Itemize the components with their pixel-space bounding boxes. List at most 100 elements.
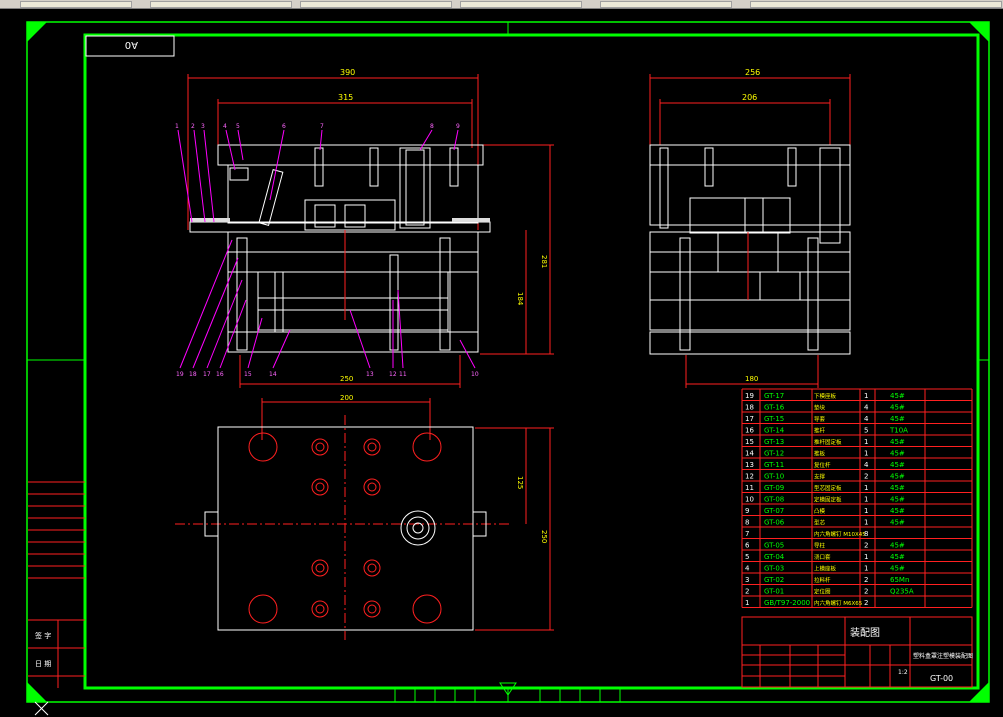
parts-no-cell: 7 bbox=[745, 530, 749, 538]
svg-text:14: 14 bbox=[269, 371, 277, 378]
dim-front-height: 281 bbox=[540, 255, 548, 268]
parts-code-cell: GT-12 bbox=[764, 450, 784, 458]
title-block-scale: 1:2 bbox=[898, 669, 908, 676]
table-row: 2 GT-01 定位圈 2 Q235A bbox=[745, 588, 914, 596]
parts-qty-cell: 2 bbox=[864, 599, 868, 607]
parts-material-cell: T10A bbox=[889, 427, 908, 435]
parts-qty-cell: 1 bbox=[864, 438, 868, 446]
parts-qty-cell: 1 bbox=[864, 519, 868, 527]
table-row: 9 GT-07 凸模 1 45# bbox=[745, 507, 905, 515]
parts-material-cell: 45# bbox=[890, 404, 905, 412]
parts-name-cell: 复位杆 bbox=[814, 461, 831, 469]
parts-name-cell: 拉料杆 bbox=[814, 576, 831, 584]
svg-text:13: 13 bbox=[366, 371, 374, 378]
parts-material-cell: 45# bbox=[890, 553, 905, 561]
dim-side-bottom: 180 bbox=[745, 375, 758, 383]
parts-material-cell: 45# bbox=[890, 565, 905, 573]
table-row: 7 内六角螺钉 M10X458 bbox=[745, 530, 868, 538]
title-block-subtitle: 塑料盒罩注塑模装配图 bbox=[913, 652, 973, 660]
parts-no-cell: 15 bbox=[745, 438, 754, 446]
parts-code-cell: GT-09 bbox=[764, 484, 784, 492]
svg-text:6: 6 bbox=[282, 123, 286, 130]
dim-front-inner-height: 184 bbox=[516, 292, 524, 306]
table-row: 12 GT-10 支撑 2 45# bbox=[745, 473, 905, 481]
dim-front-bottom: 250 bbox=[340, 375, 353, 383]
top-plan-view[interactable]: 200 250 125 bbox=[175, 394, 554, 640]
dim-top-inner: 125 bbox=[516, 476, 524, 489]
parts-code-cell: GT-14 bbox=[764, 427, 785, 435]
parts-code-cell: GT-02 bbox=[764, 576, 784, 584]
parts-no-cell: 16 bbox=[745, 427, 754, 435]
parts-qty-cell: 1 bbox=[864, 553, 868, 561]
side-section-view[interactable]: 256 206 180 bbox=[649, 68, 851, 388]
front-section-view[interactable]: 390 315 281 184 250 1 2 3 4 5 6 7 8 9 19… bbox=[175, 68, 554, 388]
table-row: 8 GT-06 型芯 1 45# bbox=[745, 519, 905, 527]
parts-qty-cell: 4 bbox=[864, 461, 869, 469]
parts-name-cell: 导套 bbox=[814, 415, 826, 423]
table-row: 3 GT-02 拉料杆 2 65Mn bbox=[745, 576, 909, 584]
parts-no-cell: 9 bbox=[745, 507, 749, 515]
parts-material-cell: 65Mn bbox=[890, 576, 909, 584]
parts-material-cell: 45# bbox=[890, 450, 905, 458]
parts-list-table: 19 GT-17 下模座板 1 45#18 GT-16 垫块 4 45#17 GT-15 导套 4 45… bbox=[741, 388, 973, 608]
parts-name-cell: 导柱 bbox=[814, 542, 826, 550]
svg-text:1: 1 bbox=[175, 123, 179, 130]
svg-text:11: 11 bbox=[399, 371, 407, 378]
parts-code-cell: GT-10 bbox=[764, 473, 784, 481]
parts-qty-cell: 1 bbox=[864, 496, 868, 504]
parts-qty-cell: 4 bbox=[864, 415, 869, 423]
parts-name-cell: 上模座板 bbox=[814, 565, 837, 573]
svg-text:18: 18 bbox=[189, 371, 197, 378]
parts-material-cell: 45# bbox=[890, 519, 905, 527]
parts-name-cell: 内六角螺钉 M6X65 bbox=[814, 599, 863, 607]
parts-qty-cell: 1 bbox=[864, 392, 868, 400]
parts-no-cell: 18 bbox=[745, 404, 754, 412]
cad-drawing-canvas[interactable]: 签 字 日 期 A0 390 315 281 184 250 1 2 3 4 5… bbox=[0, 0, 1003, 717]
parts-no-cell: 14 bbox=[745, 450, 754, 458]
table-row: 16 GT-14 推杆 5 T10A bbox=[745, 427, 908, 435]
parts-no-cell: 5 bbox=[745, 553, 749, 561]
parts-material-cell: 45# bbox=[890, 496, 905, 504]
parts-qty-cell: 5 bbox=[864, 427, 868, 435]
svg-text:5: 5 bbox=[236, 123, 240, 130]
parts-material-cell: 45# bbox=[890, 542, 905, 550]
drawing-frame: 签 字 日 期 bbox=[26, 21, 990, 703]
bottom-balloons: 19 18 17 16 15 14 13 12 11 10 bbox=[176, 239, 479, 378]
table-row: 17 GT-15 导套 4 45# bbox=[745, 415, 905, 423]
parts-code-cell: GB/T97-2000 bbox=[764, 599, 810, 607]
table-row: 11 GT-09 型芯固定板 1 45# bbox=[745, 484, 905, 492]
ucs-icon bbox=[34, 701, 49, 716]
table-row: 5 GT-04 浇口套 1 45# bbox=[745, 553, 905, 561]
dim-front-width-outer: 390 bbox=[340, 68, 355, 77]
svg-text:19: 19 bbox=[176, 371, 184, 378]
parts-material-cell: 45# bbox=[890, 473, 905, 481]
scale-box: A0 bbox=[85, 35, 175, 57]
parts-no-cell: 3 bbox=[745, 576, 749, 584]
parts-no-cell: 12 bbox=[745, 473, 754, 481]
dim-top-height: 250 bbox=[540, 530, 548, 543]
parts-name-cell: 浇口套 bbox=[814, 553, 831, 561]
parts-code-cell: GT-04 bbox=[764, 553, 785, 561]
parts-no-cell: 4 bbox=[745, 565, 750, 573]
parts-no-cell: 1 bbox=[745, 599, 749, 607]
table-row: 18 GT-16 垫块 4 45# bbox=[745, 404, 905, 412]
parts-qty-cell: 2 bbox=[864, 576, 868, 584]
parts-qty-cell: 2 bbox=[864, 588, 868, 596]
parts-no-cell: 19 bbox=[745, 392, 754, 400]
svg-text:9: 9 bbox=[456, 123, 460, 130]
table-row: 14 GT-12 推板 1 45# bbox=[745, 450, 905, 458]
parts-qty-cell: 1 bbox=[864, 450, 868, 458]
title-block: 装配图 塑料盒罩注塑模装配图 GT-00 1:2 bbox=[741, 616, 973, 688]
parts-code-cell: GT-13 bbox=[764, 438, 784, 446]
title-block-title: 装配图 bbox=[850, 626, 880, 639]
parts-qty-cell: 8 bbox=[864, 530, 868, 538]
parts-no-cell: 10 bbox=[745, 496, 754, 504]
table-row: 1 GB/T97-2000 内六角螺钉 M6X65 2 bbox=[745, 599, 868, 607]
parts-code-cell: GT-16 bbox=[764, 404, 785, 412]
dim-front-width-inner: 315 bbox=[338, 93, 353, 102]
svg-text:7: 7 bbox=[320, 123, 324, 130]
svg-text:2: 2 bbox=[191, 123, 195, 130]
parts-qty-cell: 4 bbox=[864, 404, 869, 412]
parts-code-cell: GT-17 bbox=[764, 392, 784, 400]
parts-code-cell: GT-06 bbox=[764, 519, 785, 527]
